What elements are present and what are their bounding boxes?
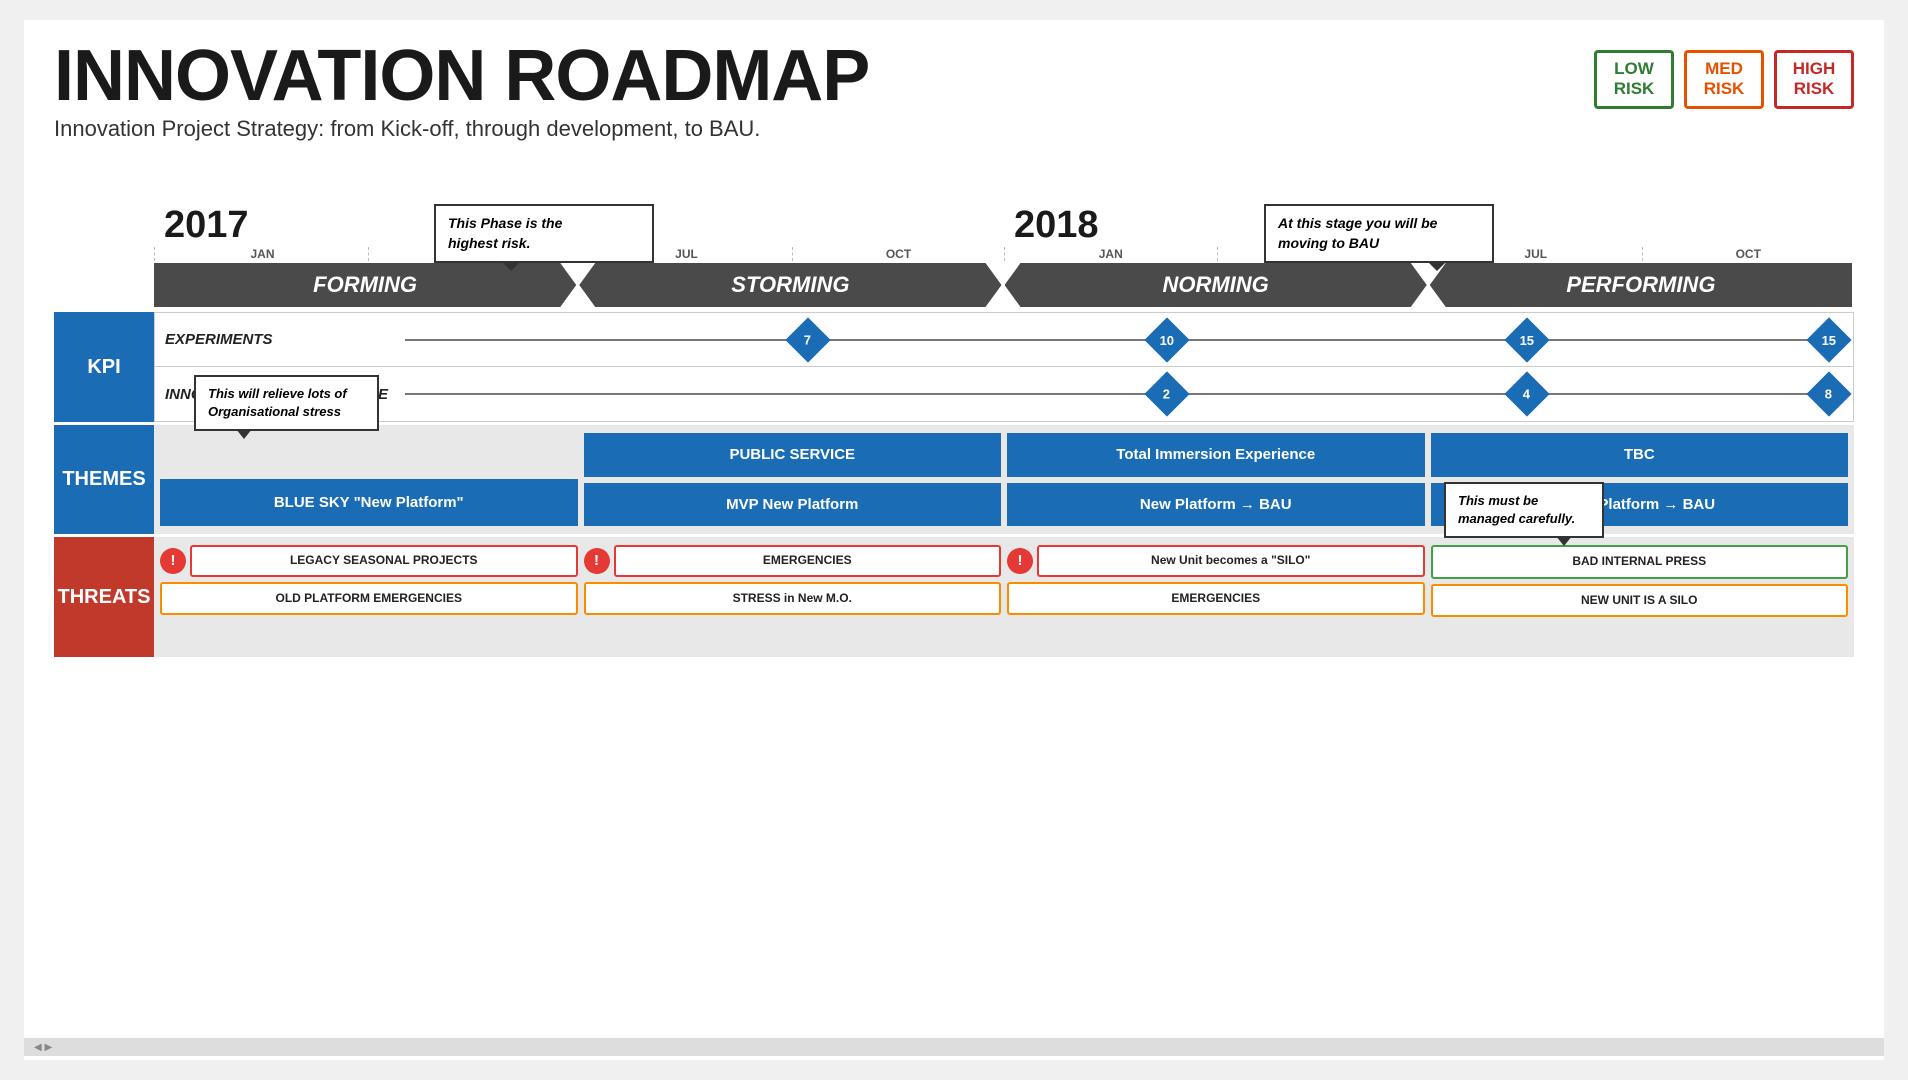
- low-risk-badge: LOWRISK: [1594, 50, 1674, 109]
- year-row: 2017 2018: [154, 204, 1854, 247]
- year-2018-label: 2018: [1004, 204, 1099, 247]
- threat-q1-icon1: !: [160, 548, 186, 574]
- high-risk-badge: HIGHRISK: [1774, 50, 1854, 109]
- threat-q3: ! New Unit becomes a "SILO" EMERGENCIES: [1007, 545, 1425, 649]
- theme-q3-box1: Total Immersion Experience: [1007, 433, 1425, 477]
- diamond-exp-15b-label: 15: [1821, 332, 1835, 347]
- month-jan-2018: JAN: [1004, 247, 1217, 261]
- diamond-exp-10-label: 10: [1160, 332, 1174, 347]
- bottom-bar-text: ◀ ▶: [34, 1042, 52, 1053]
- callout-storming: This Phase is thehighest risk.: [434, 204, 654, 263]
- page-subtitle: Innovation Project Strategy: from Kick-o…: [54, 116, 1594, 142]
- risk-legend: LOWRISK MEDRISK HIGHRISK: [1594, 50, 1854, 109]
- threat-q3-row1: ! New Unit becomes a "SILO": [1007, 545, 1425, 577]
- theme-q4-box1: TBC: [1431, 433, 1849, 477]
- threat-q2-box1: EMERGENCIES: [614, 545, 1002, 577]
- kpi-innovations-line: 2 4 8: [405, 393, 1843, 395]
- threat-q1: ! LEGACY SEASONAL PROJECTS OLD PLATFORM …: [160, 545, 578, 649]
- threat-q2-row1: ! EMERGENCIES: [584, 545, 1002, 577]
- themes-label: THEMES: [54, 425, 154, 534]
- threats-section: This must bemanaged carefully. THREATS !…: [54, 537, 1854, 657]
- diamond-innov-2-label: 2: [1164, 386, 1171, 401]
- diamond-exp-15b: 15: [1806, 317, 1851, 362]
- bottom-bar: ◀ ▶: [24, 1038, 1884, 1056]
- phase-storming: STORMING: [579, 263, 1001, 307]
- threat-q4: BAD INTERNAL PRESS NEW UNIT IS A SILO: [1431, 545, 1849, 649]
- phase-performing: PERFORMING: [1430, 263, 1852, 307]
- theme-q3-box2: New Platform → BAU: [1007, 483, 1425, 527]
- theme-q2-box1: PUBLIC SERVICE: [584, 433, 1002, 477]
- threat-q3-icon1: !: [1007, 548, 1033, 574]
- kpi-experiments-label: EXPERIMENTS: [165, 331, 405, 348]
- theme-q1: BLUE SKY "New Platform": [160, 433, 578, 526]
- themes-label-text: THEMES: [62, 468, 145, 491]
- page-title: INNOVATION ROADMAP: [54, 40, 1594, 112]
- diamond-innov-8-label: 8: [1825, 386, 1832, 401]
- month-oct-2018: OCT: [1642, 247, 1855, 261]
- threats-label: THREATS: [54, 537, 154, 657]
- kpi-label: KPI: [54, 312, 154, 422]
- kpi-content: EXPERIMENTS 7 10 15: [154, 312, 1854, 422]
- med-risk-badge: MEDRISK: [1684, 50, 1764, 109]
- diamond-innov-4-label: 4: [1523, 386, 1530, 401]
- phase-banner: FORMING STORMING NORMING PERFORMING: [154, 263, 1854, 307]
- month-jan-2017: JAN: [154, 247, 368, 261]
- theme-q2: PUBLIC SERVICE MVP New Platform: [584, 433, 1002, 526]
- callout-org-stress: This will relieve lots ofOrganisational …: [194, 375, 379, 431]
- threats-content: ! LEGACY SEASONAL PROJECTS OLD PLATFORM …: [154, 537, 1854, 657]
- theme-q3: Total Immersion Experience New Platform …: [1007, 433, 1425, 526]
- header: INNOVATION ROADMAP Innovation Project St…: [54, 40, 1854, 142]
- diamond-exp-7-label: 7: [804, 332, 811, 347]
- month-row: JAN APR JUL OCT JAN APR JUL OCT: [154, 247, 1854, 261]
- diamond-innov-2: 2: [1144, 371, 1189, 416]
- diamond-exp-7: 7: [785, 317, 830, 362]
- threat-q1-box2: OLD PLATFORM EMERGENCIES: [160, 582, 578, 616]
- main-content: This Phase is thehighest risk. At this s…: [54, 204, 1854, 657]
- threats-label-text: THREATS: [58, 586, 151, 609]
- diamond-exp-10: 10: [1144, 317, 1189, 362]
- threat-q3-box2: EMERGENCIES: [1007, 582, 1425, 616]
- threat-q3-box1: New Unit becomes a "SILO": [1037, 545, 1425, 577]
- threat-q1-box1: LEGACY SEASONAL PROJECTS: [190, 545, 578, 577]
- year-2017-label: 2017: [154, 204, 249, 247]
- month-oct-2017: OCT: [792, 247, 1004, 261]
- threat-q4-box1: BAD INTERNAL PRESS: [1431, 545, 1849, 579]
- diamond-innov-4: 4: [1504, 371, 1549, 416]
- kpi-label-text: KPI: [87, 356, 120, 379]
- title-block: INNOVATION ROADMAP Innovation Project St…: [54, 40, 1594, 142]
- threat-q2: ! EMERGENCIES STRESS in New M.O.: [584, 545, 1002, 649]
- threat-q1-row1: ! LEGACY SEASONAL PROJECTS: [160, 545, 578, 577]
- threat-q4-box2: NEW UNIT IS A SILO: [1431, 584, 1849, 618]
- threat-q2-icon1: !: [584, 548, 610, 574]
- theme-q1-box1: BLUE SKY "New Platform": [160, 479, 578, 527]
- threat-q2-box2: STRESS in New M.O.: [584, 582, 1002, 616]
- phase-norming: NORMING: [1005, 263, 1427, 307]
- diamond-exp-15a: 15: [1504, 317, 1549, 362]
- theme-q2-box2: MVP New Platform: [584, 483, 1002, 527]
- slide: INNOVATION ROADMAP Innovation Project St…: [24, 20, 1884, 1060]
- kpi-experiments-line: 7 10 15 15: [405, 339, 1843, 341]
- diamond-innov-8: 8: [1806, 371, 1851, 416]
- kpi-row-experiments: EXPERIMENTS 7 10 15: [155, 313, 1853, 367]
- callout-managed-carefully: This must bemanaged carefully.: [1444, 482, 1604, 538]
- kpi-row-innovations: INNOVATIONS INTO REAL LIFE 2 4 8: [155, 367, 1853, 421]
- callout-performing: At this stage you will bemoving to BAU: [1264, 204, 1494, 263]
- diamond-exp-15a-label: 15: [1519, 332, 1533, 347]
